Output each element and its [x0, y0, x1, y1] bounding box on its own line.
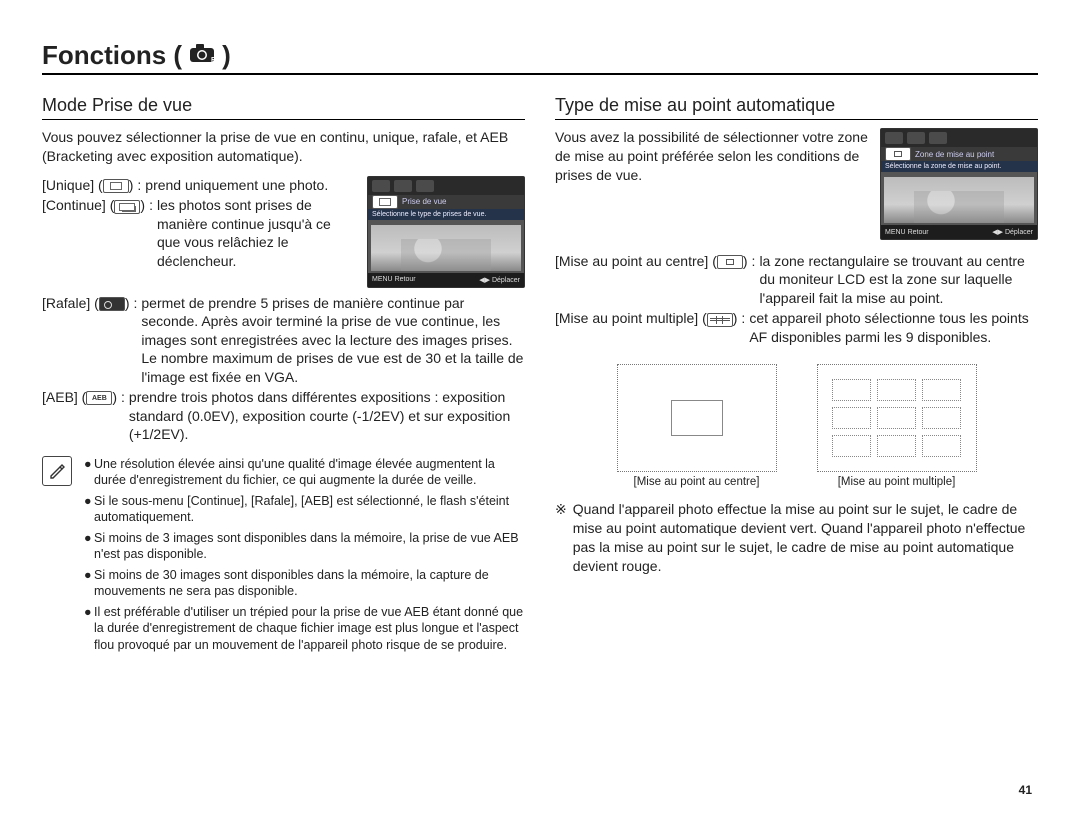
note-icon — [42, 456, 74, 658]
continuous-icon — [114, 200, 140, 214]
intro-text-left: Vous pouvez sélectionner la prise de vue… — [42, 128, 525, 166]
center-af-icon — [717, 255, 743, 269]
multi-af-icon — [707, 313, 733, 327]
page-title: Fonctions ( — [42, 40, 182, 71]
af-type-definitions: [Mise au point au centre] () : la zone r… — [555, 252, 1038, 346]
aeb-icon — [86, 391, 112, 405]
lcd-preview-left: Prise de vue Sélectionne le type de pris… — [367, 176, 525, 288]
section-heading-af-type: Type de mise au point automatique — [555, 95, 1038, 120]
center-af-icon — [885, 147, 911, 161]
af-diagrams: [Mise au point au centre] [Mise au point… — [555, 364, 1038, 488]
lcd-preview-right: Zone de mise au point Sélectionne la zon… — [880, 128, 1038, 240]
section-heading-shooting-mode: Mode Prise de vue — [42, 95, 525, 120]
camera-icon: Fn — [188, 42, 218, 69]
right-column: Type de mise au point automatique Zone d… — [555, 95, 1038, 657]
single-shot-icon — [103, 179, 129, 193]
page-header: Fonctions ( Fn ) — [42, 40, 1038, 75]
left-column: Mode Prise de vue Vous pouvez sélectionn… — [42, 95, 525, 657]
reference-mark-icon: ※ — [555, 500, 567, 576]
single-shot-icon — [372, 195, 398, 209]
notes-block: ●Une résolution élevée ainsi qu'une qual… — [42, 456, 525, 658]
page-title-suffix: ) — [222, 40, 231, 71]
page-number: 41 — [1019, 783, 1032, 797]
multi-af-diagram — [817, 364, 977, 472]
center-af-diagram — [617, 364, 777, 472]
svg-text:Fn: Fn — [211, 57, 218, 64]
af-color-note: ※ Quand l'appareil photo effectue la mis… — [555, 500, 1038, 576]
burst-icon — [99, 297, 125, 311]
